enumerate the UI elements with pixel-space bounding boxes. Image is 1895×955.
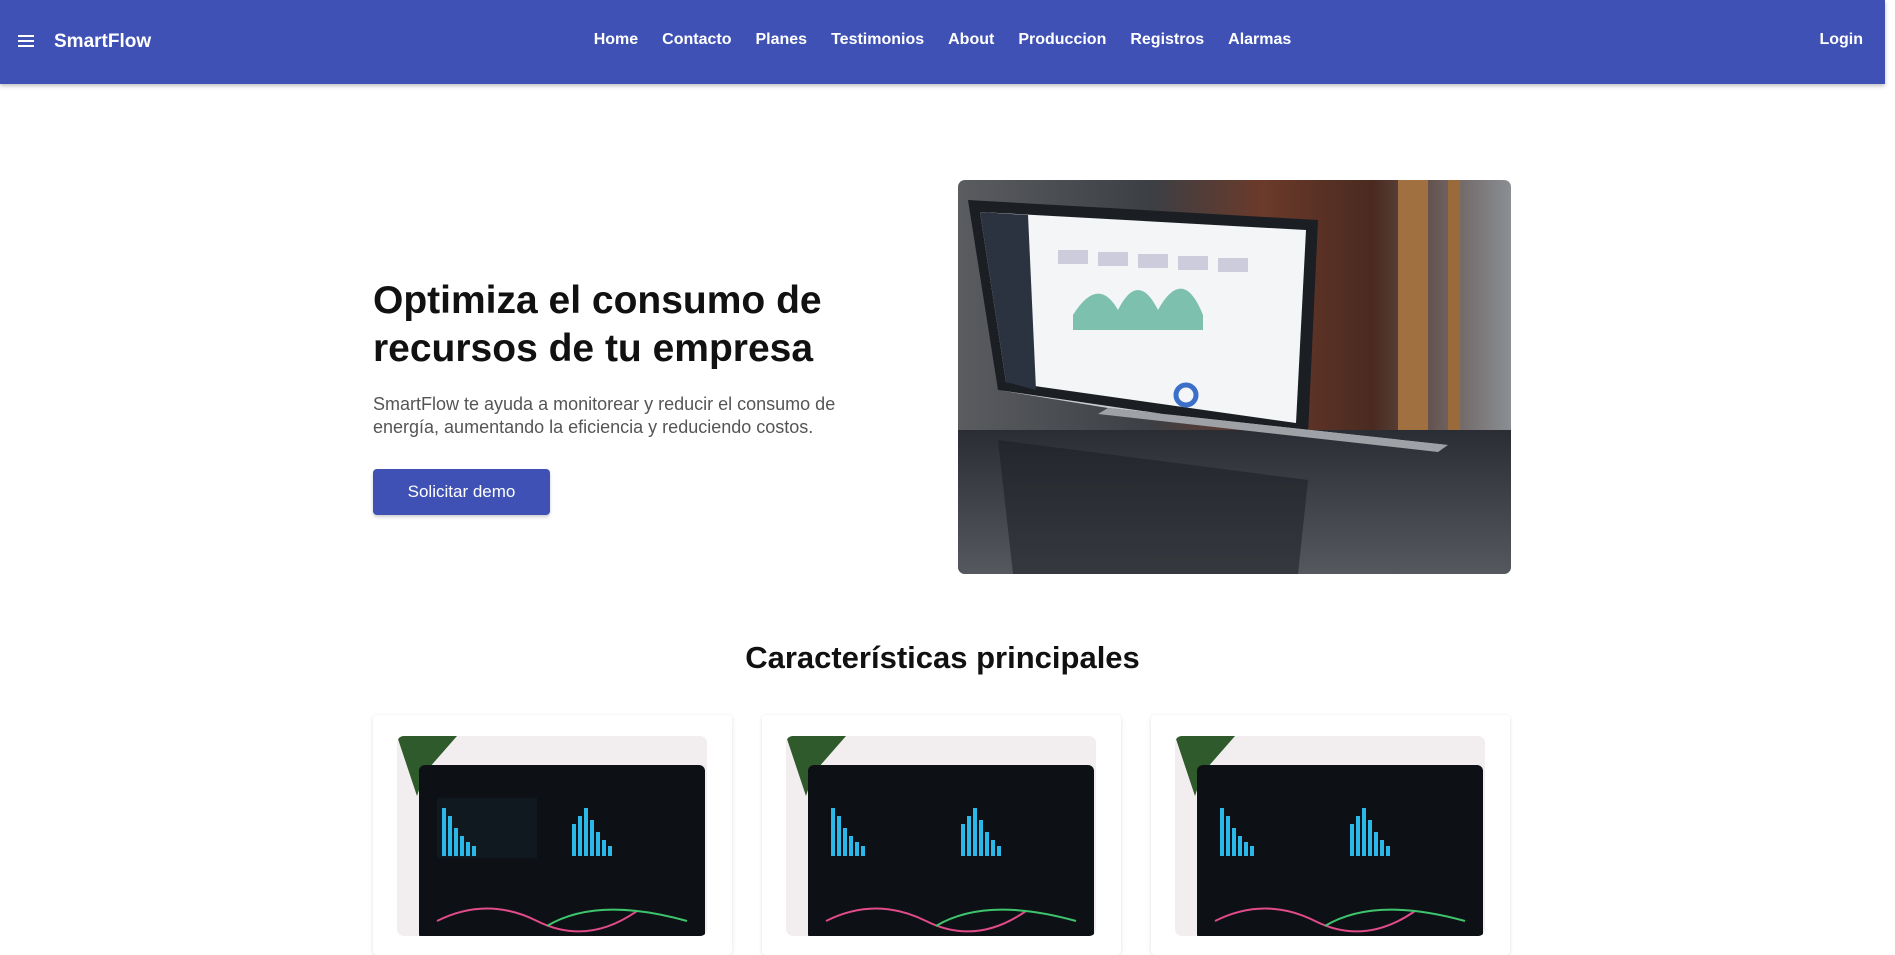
feature-card[interactable] [762, 715, 1121, 955]
feature-card-image [786, 736, 1096, 936]
hero-subtitle: SmartFlow te ayuda a monitorear y reduci… [373, 394, 836, 437]
nav-contacto[interactable]: Contacto [650, 31, 743, 49]
nav-about[interactable]: About [936, 31, 1006, 49]
nav-produccion[interactable]: Produccion [1006, 31, 1118, 49]
features-title: Características principales [745, 640, 1140, 675]
nav-registros[interactable]: Registros [1118, 31, 1216, 49]
app-bar: SmartFlow Home Contacto Planes Testimoni… [0, 0, 1885, 84]
feature-card-image [1175, 736, 1485, 936]
nav-home[interactable]: Home [582, 31, 650, 49]
nav-planes[interactable]: Planes [743, 31, 819, 49]
hero-title: Optimiza el consumo de recursos de tu em… [373, 279, 822, 370]
feature-card[interactable] [1151, 715, 1510, 955]
features-cards [373, 715, 1511, 955]
feature-card-image [397, 736, 707, 936]
hero-laptop-image [958, 180, 1511, 574]
nav-testimonios[interactable]: Testimonios [819, 31, 936, 49]
hero-section: Optimiza el consumo de recursos de tu em… [373, 180, 1511, 574]
login-button[interactable]: Login [1819, 31, 1863, 49]
hero-text: Optimiza el consumo de recursos de tu em… [373, 277, 893, 439]
feature-card[interactable] [373, 715, 732, 955]
main-nav: Home Contacto Planes Testimonios About P… [0, 31, 1885, 49]
nav-alarmas[interactable]: Alarmas [1216, 31, 1303, 49]
request-demo-button[interactable]: Solicitar demo [373, 469, 550, 515]
